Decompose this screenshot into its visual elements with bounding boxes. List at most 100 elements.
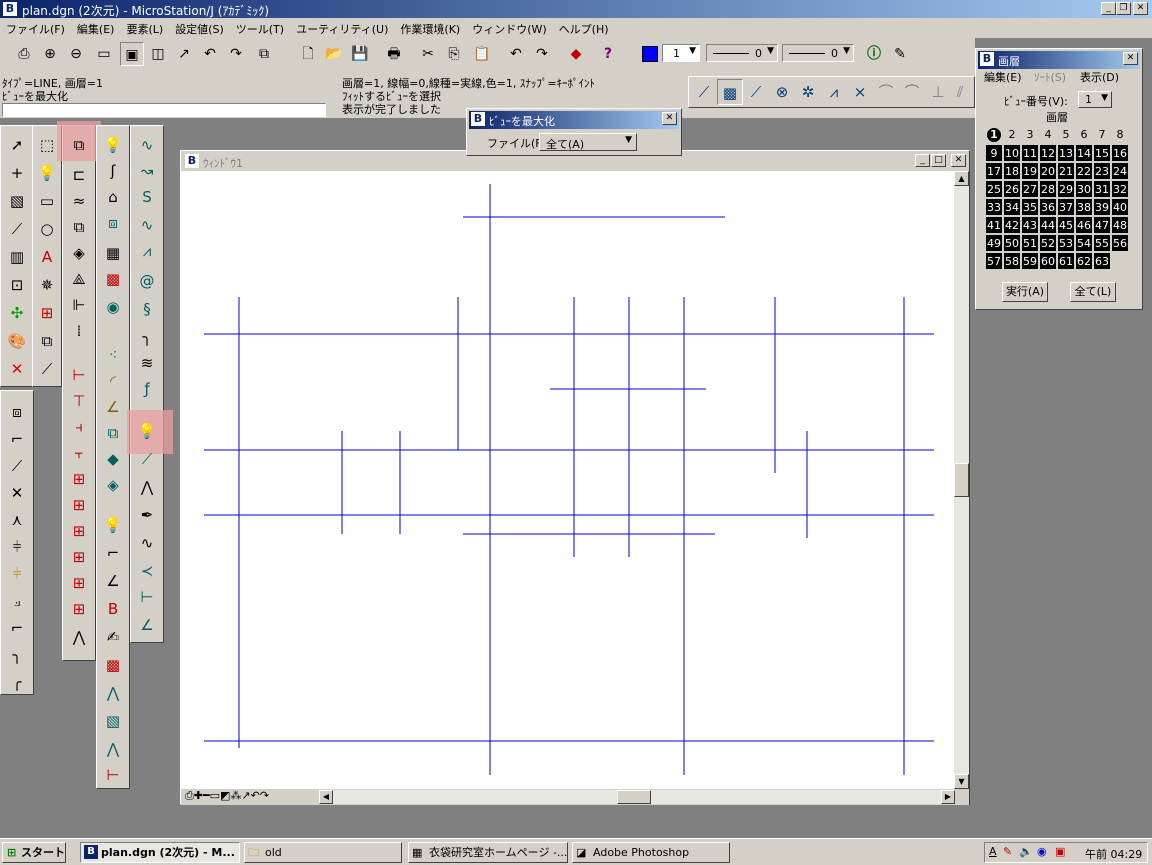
level-cell[interactable]: 12 [1039, 144, 1057, 162]
level-cell[interactable]: 1 [987, 128, 1001, 142]
intersect-icon[interactable]: ⋏ [4, 507, 30, 533]
points-icon[interactable]: ⁖ [100, 342, 126, 368]
level-cell[interactable]: 45 [1057, 216, 1075, 234]
level-cell[interactable]: 7 [1093, 126, 1111, 144]
cell-place-icon[interactable]: ⧈ [100, 210, 126, 236]
level-cell[interactable]: 10 [1003, 144, 1021, 162]
measure-angle-icon[interactable]: ∠ [100, 394, 126, 420]
horizontal-scroll-thumb[interactable] [617, 790, 651, 804]
cut-icon[interactable]: ✂ [416, 42, 440, 66]
angle-chevron-icon[interactable]: ≺ [134, 558, 160, 584]
undo-icon[interactable]: ↶ [504, 42, 528, 66]
redo-icon[interactable]: ↷ [530, 42, 554, 66]
level-cell[interactable]: 52 [1039, 234, 1057, 252]
level-cell[interactable]: 56 [1111, 234, 1129, 252]
dim-ordinate-icon[interactable]: ⫟ [66, 440, 92, 466]
level-cell[interactable]: 25 [985, 180, 1003, 198]
polyline-icon[interactable]: ⩘ [134, 238, 160, 264]
menu-settings[interactable]: 設定値(S) [169, 18, 230, 37]
wave2-icon[interactable]: ≋ [134, 350, 160, 376]
modify-tool-icon[interactable]: ⟋ [34, 356, 60, 382]
function-icon[interactable]: ƒ [134, 376, 160, 402]
measure-dist-icon[interactable]: ⧉ [100, 420, 126, 446]
dim-angle-icon[interactable]: ⊞ [66, 466, 92, 492]
snap-keypoint-icon[interactable]: ⟋ [691, 79, 717, 105]
open-folder-icon[interactable]: 📂 [322, 42, 346, 66]
level-select[interactable]: 1 ▼ [662, 44, 700, 62]
extend-line-icon[interactable]: ⟋ [4, 453, 30, 479]
level-cell[interactable]: 62 [1075, 252, 1093, 270]
drawing-canvas[interactable] [181, 171, 954, 789]
level-cell[interactable]: 30 [1075, 180, 1093, 198]
level-cell[interactable]: 11 [1021, 144, 1039, 162]
dim-radial-icon[interactable]: ⊞ [66, 492, 92, 518]
fillet-icon[interactable]: ╭ [4, 669, 30, 695]
level-cell[interactable]: 4 [1039, 126, 1057, 144]
snap-center-icon[interactable]: ⊗ [769, 79, 795, 105]
view-close-button[interactable]: ✕ [951, 154, 966, 167]
key-in-icon[interactable]: ✎ [888, 42, 912, 66]
palette-tool-icon[interactable]: 🎨 [4, 328, 30, 354]
dim-linear-icon[interactable]: ⊢ [66, 362, 92, 388]
grid-icon[interactable]: ▦ [100, 240, 126, 266]
scale-icon[interactable]: ⧈ [4, 399, 30, 425]
hatch-tool-icon[interactable]: ▥ [4, 244, 30, 270]
level-cell[interactable]: 51 [1021, 234, 1039, 252]
bulb-icon[interactable]: ⫩ [4, 561, 30, 587]
level-cell[interactable]: 47 [1093, 216, 1111, 234]
apply-button[interactable]: 実行(A) [1002, 282, 1048, 302]
spiral-icon[interactable]: S [134, 184, 160, 210]
select-arrow-icon[interactable]: ➚ [4, 132, 30, 158]
dim-line-icon[interactable]: ⊢ [134, 584, 160, 610]
level-cell[interactable]: 26 [1003, 180, 1021, 198]
save-icon[interactable]: 💾 [348, 42, 372, 66]
scroll-right-icon[interactable]: ▶ [941, 790, 955, 804]
fence-icon[interactable]: ▧ [4, 188, 30, 214]
view-previous-icon[interactable]: ↶ [198, 42, 222, 66]
clock[interactable]: 午前 04:29 [1085, 846, 1142, 862]
level-close-button[interactable]: ✕ [1123, 52, 1138, 65]
area-icon[interactable]: ◆ [100, 446, 126, 472]
chamfer-icon[interactable]: ⟓ [4, 588, 30, 614]
level-cell[interactable]: 53 [1057, 234, 1075, 252]
level-cell[interactable]: 23 [1093, 162, 1111, 180]
network-icon[interactable]: ◉ [1037, 845, 1047, 858]
scroll-up-icon[interactable]: ▲ [954, 171, 969, 186]
level-cell[interactable]: 63 [1093, 252, 1111, 270]
view-minimize-button[interactable]: _ [915, 154, 930, 167]
level-cell[interactable]: 42 [1003, 216, 1021, 234]
zoom-in-icon[interactable]: ⊕ [38, 42, 62, 66]
dim-mark-icon[interactable]: ⊢ [100, 762, 126, 788]
copy-icon[interactable]: ⎘ [442, 42, 466, 66]
ime-icon[interactable]: A [989, 845, 997, 858]
zoom-out-icon[interactable]: ⊖ [64, 42, 88, 66]
shape-edit-icon[interactable]: ⌐ [100, 540, 126, 566]
measure-tool-icon[interactable]: ⊡ [4, 272, 30, 298]
level-cell[interactable]: 40 [1111, 198, 1129, 216]
stamp-icon[interactable]: ✍ [100, 624, 126, 650]
pattern-icon[interactable]: ▩ [100, 266, 126, 292]
level-cell[interactable]: 55 [1093, 234, 1111, 252]
line-tool-icon[interactable]: ⟋ [4, 216, 30, 242]
level-menu-edit[interactable]: 編集(E) [984, 69, 1022, 85]
level-cell[interactable]: 49 [985, 234, 1003, 252]
level-cell[interactable]: 29 [1057, 180, 1075, 198]
level-cell[interactable]: 18 [1003, 162, 1021, 180]
level-cell[interactable]: 44 [1039, 216, 1057, 234]
level-cell[interactable]: 14 [1075, 144, 1093, 162]
helix-icon[interactable]: @ [134, 268, 160, 294]
dim-chain-icon[interactable]: ⫞ [66, 414, 92, 440]
target-icon[interactable]: ◉ [100, 294, 126, 320]
level-cell[interactable]: 34 [1003, 198, 1021, 216]
snap-bisector-icon[interactable]: ⩘ [821, 79, 847, 105]
weight-select[interactable]: 0 ▼ [706, 44, 778, 62]
dim-size-icon[interactable]: ⊞ [66, 544, 92, 570]
level-cell[interactable]: 60 [1039, 252, 1057, 270]
task-microstation[interactable]: B plan.dgn (2次元) - M... [80, 842, 240, 863]
level-cell[interactable]: 59 [1021, 252, 1039, 270]
dim-vertical-icon[interactable]: ⊤ [66, 388, 92, 414]
scroll-left-icon[interactable]: ◀ [319, 790, 333, 804]
corner-curve-icon[interactable]: ╮ [134, 324, 160, 350]
tool-box2-icon[interactable]: ⊏ [66, 162, 92, 188]
level-cell[interactable]: 15 [1093, 144, 1111, 162]
